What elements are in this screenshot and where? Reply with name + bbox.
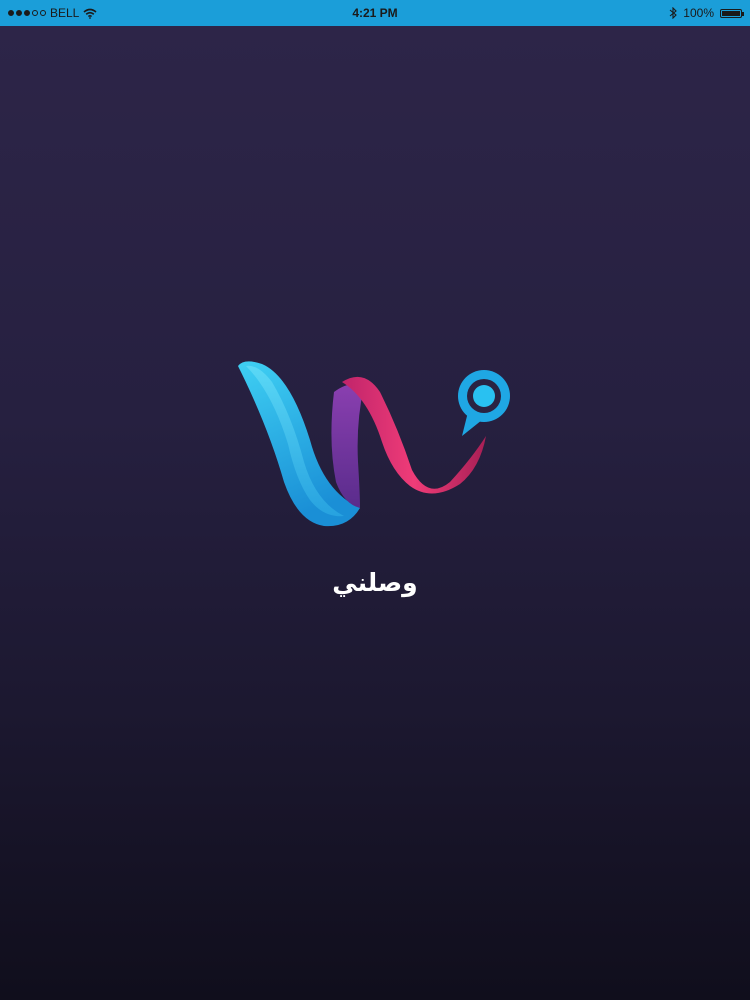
status-bar-right: 100%: [669, 6, 744, 20]
bluetooth-icon: [669, 7, 678, 19]
app-name: وصلني: [332, 568, 418, 597]
logo-purple-ribbon: [331, 384, 364, 508]
status-bar: BELL 4:21 PM 100%: [0, 0, 750, 26]
splash-screen: وصلني: [0, 26, 750, 1000]
wasalni-logo: [238, 361, 510, 527]
battery-fill: [722, 10, 740, 16]
battery-percentage: 100%: [683, 6, 714, 20]
status-time: 4:21 PM: [352, 6, 398, 20]
battery-icon: [720, 8, 744, 18]
location-pin-icon: [458, 370, 510, 436]
